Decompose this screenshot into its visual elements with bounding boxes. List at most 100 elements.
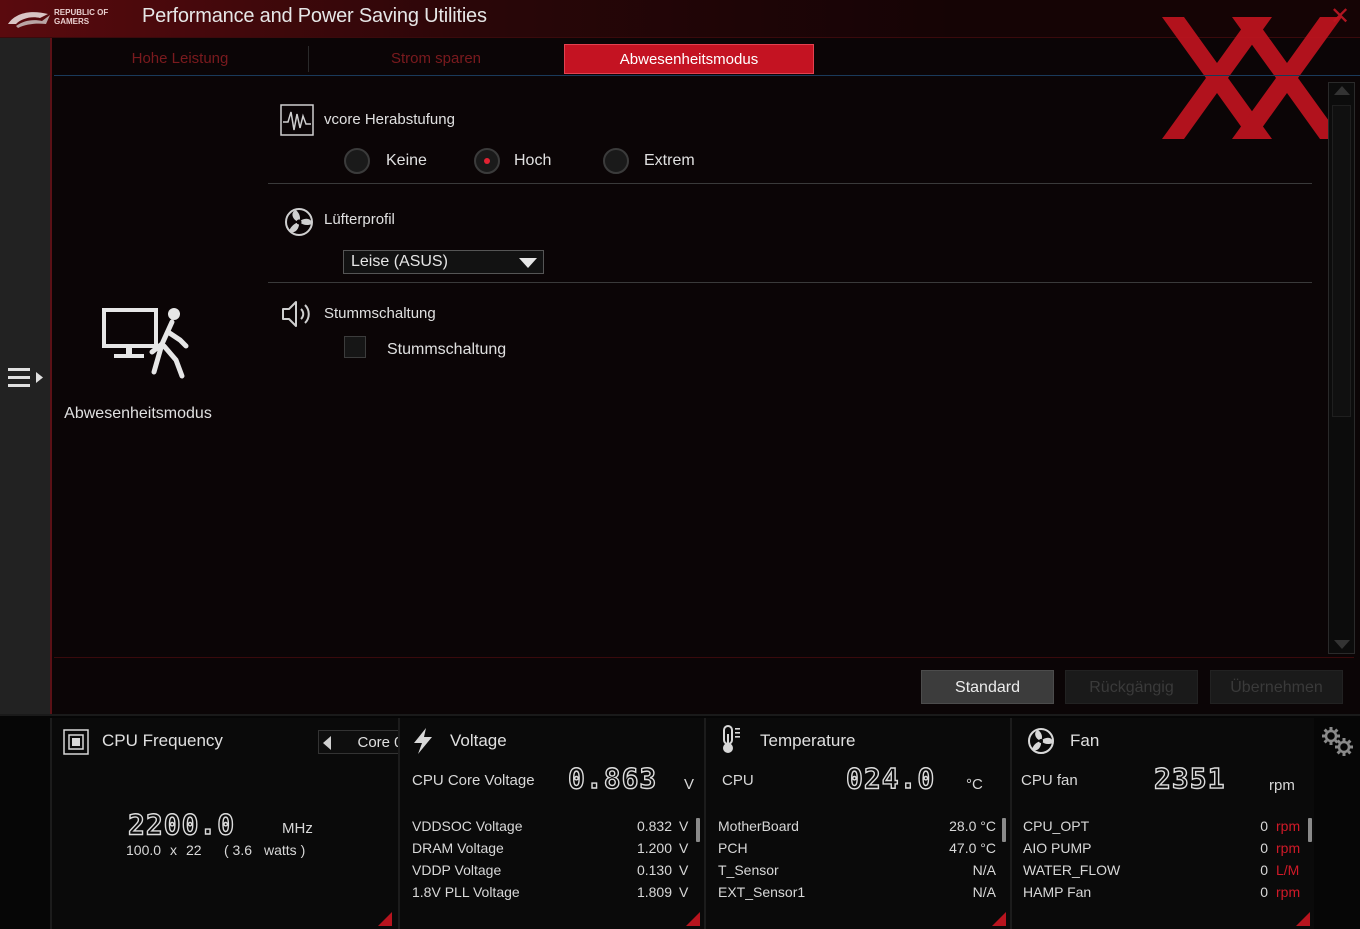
- cpu-temperature-value: 024.0: [845, 761, 936, 795]
- fan-icon: [285, 208, 313, 236]
- fan-row-unit: rpm: [1276, 884, 1301, 900]
- cpu-core-voltage-label: CPU Core Voltage: [412, 772, 535, 789]
- fan-panel: Fan CPU fan 2351 rpm CPU_OPT 0 rpm AIO P…: [1010, 718, 1314, 929]
- voltage-row-unit: V: [679, 862, 689, 878]
- fan-profile-title: Lüfterprofil: [324, 211, 395, 228]
- radio-hoch-label: Hoch: [514, 152, 552, 169]
- cpu-fan-label: CPU fan: [1021, 772, 1078, 789]
- left-rail: [0, 38, 52, 714]
- speaker-icon: [282, 301, 310, 327]
- waveform-icon: [280, 104, 314, 136]
- brand-line1: REPUBLIC OF: [54, 8, 109, 17]
- main-panel: Abwesenheitsmodus vcore Herabstufung Kei…: [54, 78, 1326, 658]
- gear-icon[interactable]: [1320, 724, 1354, 758]
- scroll-up-icon[interactable]: [1334, 86, 1350, 95]
- voltage-panel: Voltage CPU Core Voltage 0.863 V VDDSOC …: [398, 718, 704, 929]
- radio-keine[interactable]: [344, 148, 370, 174]
- cpu-temperature-unit: °C: [966, 776, 983, 793]
- expand-corner[interactable]: [686, 912, 700, 926]
- voltage-row-unit: V: [679, 818, 689, 834]
- multiplier-x: x: [170, 842, 177, 858]
- vcore-title: vcore Herabstufung: [324, 111, 455, 128]
- tab-hohe-leistung[interactable]: Hohe Leistung: [54, 44, 306, 74]
- fan-row-label: CPU_OPT: [1023, 818, 1090, 834]
- title-bar: REPUBLIC OF GAMERS Performance and Power…: [0, 0, 1360, 38]
- temperature-row-value: N/A: [972, 884, 996, 900]
- temperature-panel: Temperature CPU 024.0 °C MotherBoard 28.…: [704, 718, 1010, 929]
- fan-profile-dropdown[interactable]: Leise (ASUS): [343, 250, 544, 274]
- voltage-title: Voltage: [450, 731, 507, 750]
- voltage-row-value: 0.130: [636, 862, 672, 878]
- temperature-row-label: T_Sensor: [718, 862, 779, 878]
- radio-keine-label: Keine: [386, 152, 427, 169]
- section-divider: [268, 282, 1312, 283]
- expand-corner[interactable]: [378, 912, 392, 926]
- voltage-row-unit: V: [679, 840, 689, 856]
- tab-abwesenheitsmodus[interactable]: Abwesenheitsmodus: [564, 44, 814, 74]
- monitor-bar: CPU Frequency Core 0 2200.0 MHz 100.0 x …: [0, 714, 1360, 929]
- watts-value: ( 3.6: [224, 842, 253, 858]
- standard-button[interactable]: Standard: [921, 670, 1054, 704]
- fan-row-value: 0: [1260, 840, 1268, 856]
- voltage-row-label: 1.8V PLL Voltage: [412, 884, 520, 900]
- cpu-frequency-title: CPU Frequency: [102, 731, 223, 750]
- cpu-fan-value: 2351: [1153, 761, 1226, 795]
- temperature-row-value: N/A: [972, 862, 996, 878]
- temperature-row-value: 28.0 °C: [949, 818, 996, 834]
- chevron-down-icon: [519, 258, 537, 268]
- apply-button[interactable]: Übernehmen: [1210, 670, 1343, 704]
- section-divider: [268, 183, 1312, 184]
- voltage-row-value: 1.809: [636, 884, 672, 900]
- content-scrollbar[interactable]: [1328, 82, 1355, 654]
- voltage-row-value: 1.200: [636, 840, 672, 856]
- voltage-row-unit: V: [679, 884, 689, 900]
- voltage-row-label: VDDP Voltage: [412, 862, 502, 878]
- temperature-row-label: MotherBoard: [718, 818, 799, 834]
- fan-row-unit: L/M: [1276, 862, 1300, 878]
- expand-corner[interactable]: [992, 912, 1006, 926]
- radio-extrem[interactable]: [603, 148, 629, 174]
- fan-list-scrollbar[interactable]: [1308, 818, 1312, 842]
- bclk-value: 100.0: [126, 842, 162, 858]
- app-title: Performance and Power Saving Utilities: [142, 5, 487, 27]
- cpu-frequency-value: 2200.0: [127, 807, 236, 841]
- cpu-core-voltage-unit: V: [684, 776, 695, 793]
- scroll-down-icon[interactable]: [1334, 640, 1350, 649]
- fan-row-unit: rpm: [1276, 840, 1301, 856]
- undo-button[interactable]: Rückgängig: [1065, 670, 1198, 704]
- voltage-list-scrollbar[interactable]: [696, 818, 700, 842]
- expand-corner[interactable]: [1296, 912, 1310, 926]
- cpu-temperature-label: CPU: [722, 772, 754, 789]
- fan-profile-value: Leise (ASUS): [351, 253, 448, 270]
- scroll-thumb[interactable]: [1332, 105, 1351, 417]
- voltage-row-label: DRAM Voltage: [412, 840, 504, 856]
- action-bar-divider: [54, 657, 1354, 658]
- temperature-list-scrollbar[interactable]: [1002, 818, 1006, 842]
- temperature-row-label: PCH: [718, 840, 748, 856]
- fan-row-value: 0: [1260, 884, 1268, 900]
- temperature-row-label: EXT_Sensor1: [718, 884, 806, 900]
- fan-row-unit: rpm: [1276, 818, 1301, 834]
- fan-row-label: AIO PUMP: [1023, 840, 1092, 856]
- cpu-core-voltage-value: 0.863: [567, 761, 658, 795]
- radio-extrem-label: Extrem: [644, 152, 695, 169]
- cpu-frequency-panel: CPU Frequency Core 0 2200.0 MHz 100.0 x …: [50, 718, 442, 929]
- mode-tabs: Hohe Leistung Strom sparen Abwesenheitsm…: [54, 40, 1360, 76]
- fan-row-label: HAMP Fan: [1023, 884, 1092, 900]
- tab-strom-sparen[interactable]: Strom sparen: [310, 44, 562, 74]
- cpu-frequency-unit: MHz: [282, 820, 313, 837]
- fan-row-value: 0: [1260, 862, 1268, 878]
- thermometer-icon: [723, 725, 740, 753]
- radio-hoch[interactable]: [474, 148, 500, 174]
- fan-icon: [1028, 728, 1054, 754]
- watts-unit: watts ): [264, 842, 306, 858]
- cpu-chip-icon: [63, 729, 89, 755]
- cpu-fan-unit: rpm: [1269, 777, 1295, 794]
- menu-expand-icon[interactable]: [6, 364, 46, 392]
- mode-label: Abwesenheitsmodus: [64, 405, 212, 422]
- voltage-row-label: VDDSOC Voltage: [412, 818, 523, 834]
- mute-checkbox[interactable]: [344, 336, 366, 358]
- lightning-icon: [414, 728, 432, 754]
- voltage-row-value: 0.832: [636, 818, 672, 834]
- brand-line2: GAMERS: [54, 17, 90, 26]
